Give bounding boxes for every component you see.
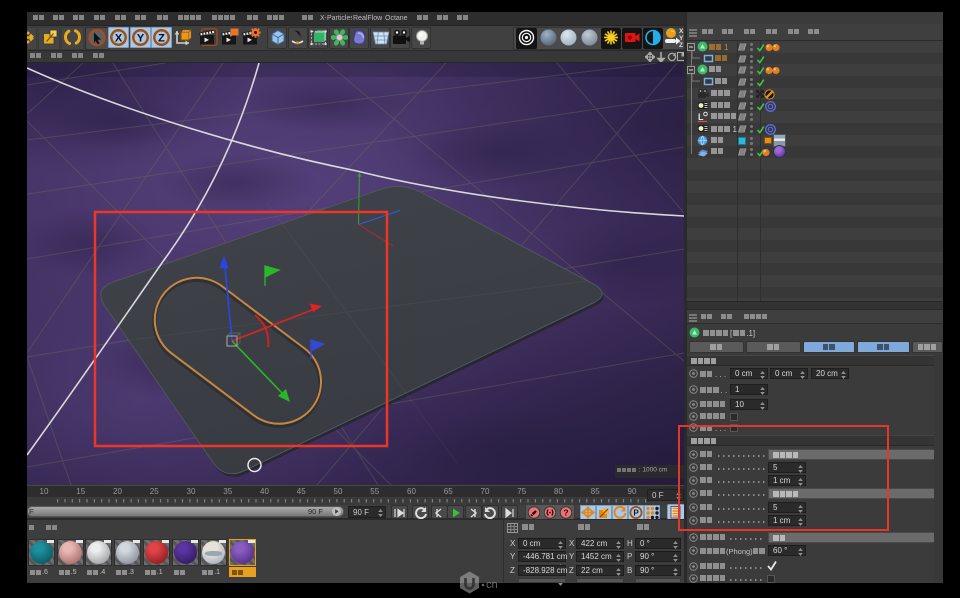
svg-text:Z: Z [158,33,165,45]
svg-text:L: L [698,112,704,122]
svg-text:P: P [633,509,639,518]
svg-text:Z: Z [679,42,683,49]
svg-text:Y: Y [137,33,145,45]
svg-text:?: ? [563,507,568,517]
svg-text:cn: cn [486,579,498,591]
svg-text:X: X [115,33,123,45]
